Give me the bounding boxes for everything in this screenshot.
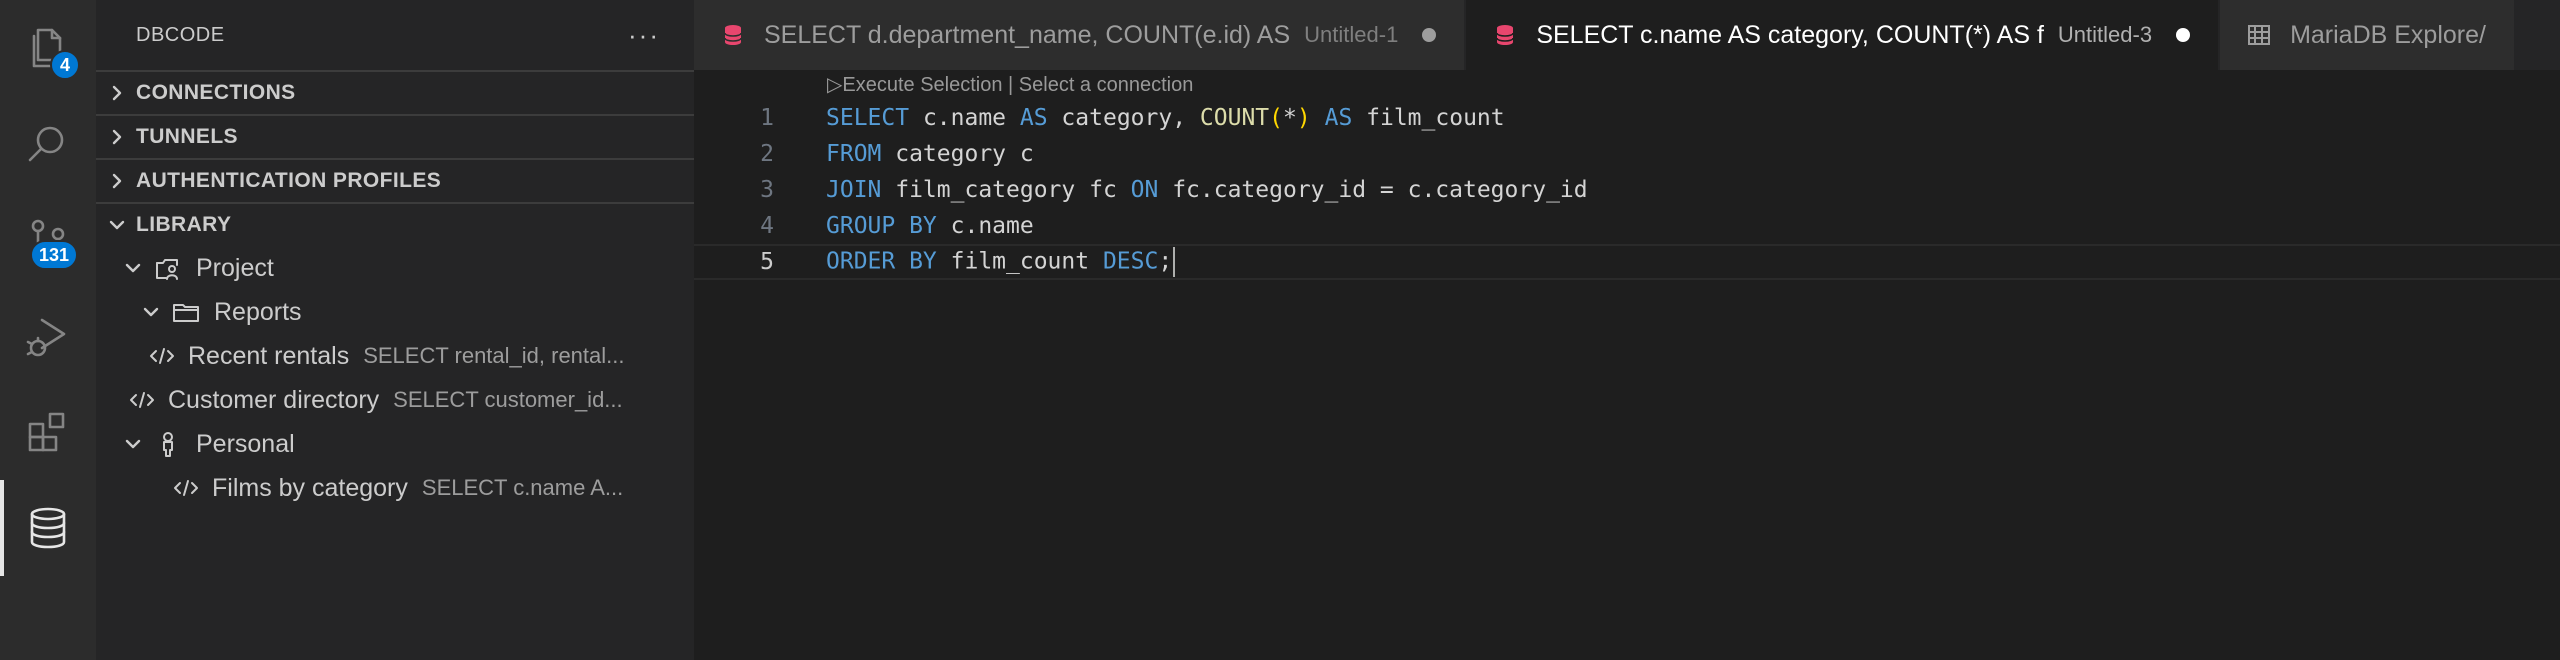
code-text: JOIN film_category fc ON fc.category_id … bbox=[826, 177, 1588, 203]
tab-untitled-1[interactable]: SELECT d.department_name, COUNT(e.id) AS… bbox=[694, 0, 1467, 70]
search-icon bbox=[28, 126, 64, 162]
activity-bar: 4 131 bbox=[0, 0, 96, 660]
sidebar-header: DBCODE ··· bbox=[96, 0, 694, 70]
tab-title: SELECT d.department_name, COUNT(e.id) AS bbox=[764, 20, 1291, 49]
code-text: GROUP BY c.name bbox=[826, 213, 1034, 239]
tree-item-reports[interactable]: Reports bbox=[96, 290, 694, 334]
section-label: TUNNELS bbox=[136, 125, 238, 148]
tree-label: Personal bbox=[196, 429, 295, 458]
tab-bar: SELECT d.department_name, COUNT(e.id) AS… bbox=[694, 0, 2560, 70]
unsaved-dot-icon[interactable] bbox=[1422, 28, 1437, 42]
tree-item-customer-directory[interactable]: Customer directory SELECT customer_id... bbox=[96, 378, 676, 422]
code-text: SELECT c.name AS category, COUNT(*) AS f… bbox=[826, 105, 1505, 131]
chevron-right-icon bbox=[106, 126, 128, 148]
chevron-right-icon bbox=[106, 82, 128, 104]
tree-item-personal[interactable]: Personal bbox=[96, 422, 694, 466]
unsaved-dot-icon[interactable] bbox=[2176, 28, 2191, 42]
tree-item-recent-rentals[interactable]: Recent rentals SELECT rental_id, rental.… bbox=[96, 334, 656, 378]
tree-label: Project bbox=[196, 253, 274, 282]
code-text: FROM category c bbox=[826, 141, 1034, 167]
section-library[interactable]: LIBRARY bbox=[96, 202, 694, 246]
code-line: 3 JOIN film_category fc ON fc.category_i… bbox=[694, 172, 2560, 208]
tab-description: Untitled-3 bbox=[2057, 22, 2153, 47]
scm-badge: 131 bbox=[30, 240, 79, 270]
chevron-down-icon bbox=[106, 214, 128, 236]
line-number: 1 bbox=[760, 105, 774, 131]
chevron-right-icon bbox=[106, 170, 128, 192]
code-snippet-icon bbox=[170, 472, 202, 504]
folder-icon bbox=[170, 296, 202, 328]
explorer-badge: 4 bbox=[50, 50, 80, 80]
more-actions-icon[interactable]: ··· bbox=[628, 20, 660, 51]
code-line: 4 GROUP BY c.name bbox=[694, 208, 2560, 244]
tree-description: SELECT customer_id... bbox=[393, 387, 623, 412]
tab-description: Untitled-1 bbox=[1304, 22, 1399, 47]
line-number: 5 bbox=[760, 249, 774, 275]
tree-description: SELECT rental_id, rental... bbox=[363, 343, 625, 368]
editor-group: SELECT d.department_name, COUNT(e.id) AS… bbox=[694, 0, 2560, 660]
tab-title: SELECT c.name AS category, COUNT(*) AS f bbox=[1536, 20, 2044, 49]
extensions-button[interactable] bbox=[0, 384, 96, 480]
chevron-down-icon bbox=[122, 257, 144, 279]
database-icon bbox=[30, 507, 66, 549]
database-tab-icon bbox=[720, 22, 746, 48]
tree-description: SELECT c.name A... bbox=[421, 475, 624, 500]
run-debug-button[interactable] bbox=[0, 288, 96, 384]
line-number: 3 bbox=[760, 177, 774, 203]
line-number: 4 bbox=[760, 213, 774, 239]
tab-untitled-3[interactable]: SELECT c.name AS category, COUNT(*) AS f… bbox=[1466, 0, 2221, 70]
project-icon bbox=[152, 252, 184, 284]
section-authentication-profiles[interactable]: AUTHENTICATION PROFILES bbox=[96, 158, 694, 202]
code-line: 2 FROM category c bbox=[694, 136, 2560, 172]
code-text: ORDER BY film_count DESC; bbox=[826, 247, 1176, 277]
section-connections[interactable]: CONNECTIONS bbox=[96, 70, 694, 114]
dbcode-button[interactable] bbox=[0, 480, 96, 576]
tree-label: Customer directory bbox=[168, 385, 380, 414]
person-icon bbox=[152, 428, 184, 460]
chevron-down-icon bbox=[140, 301, 162, 323]
codelens-actions[interactable]: ▷Execute Selection | Select a connection bbox=[827, 72, 1193, 97]
sidebar-title: DBCODE bbox=[136, 23, 225, 46]
sidebar: DBCODE ··· CONNECTIONS TUNNELS AUTHENTIC… bbox=[96, 0, 694, 660]
tab-mariadb-explorer[interactable]: MariaDB Explore/ bbox=[2220, 0, 2516, 70]
section-label: LIBRARY bbox=[136, 213, 232, 236]
code-line: 1 SELECT c.name AS category, COUNT(*) AS… bbox=[694, 100, 2560, 136]
source-control-button[interactable]: 131 bbox=[0, 192, 96, 288]
section-label: AUTHENTICATION PROFILES bbox=[136, 169, 442, 192]
section-label: CONNECTIONS bbox=[136, 81, 296, 104]
code-editor[interactable]: 1 SELECT c.name AS category, COUNT(*) AS… bbox=[694, 100, 2560, 280]
code-line-current: 5 ORDER BY film_count DESC; bbox=[694, 244, 2560, 280]
run-debug-icon bbox=[26, 318, 66, 357]
tree-label: Reports bbox=[214, 297, 302, 326]
tree-item-films-by-category[interactable]: Films by category SELECT c.name A... bbox=[96, 466, 676, 510]
table-icon bbox=[2246, 22, 2272, 48]
explorer-button[interactable]: 4 bbox=[0, 0, 96, 96]
database-tab-icon bbox=[1492, 22, 1518, 48]
tab-title: MariaDB Explore/ bbox=[2290, 20, 2486, 49]
extensions-icon bbox=[28, 412, 65, 452]
tree-label: Films by category bbox=[212, 473, 408, 502]
tree-item-project[interactable]: Project bbox=[96, 246, 694, 290]
chevron-down-icon bbox=[122, 433, 144, 455]
code-snippet-icon bbox=[126, 384, 158, 416]
code-snippet-icon bbox=[146, 340, 178, 372]
tree-label: Recent rentals bbox=[188, 341, 350, 370]
search-button[interactable] bbox=[0, 96, 96, 192]
text-cursor bbox=[1173, 247, 1176, 277]
line-number: 2 bbox=[760, 141, 774, 167]
section-tunnels[interactable]: TUNNELS bbox=[96, 114, 694, 158]
